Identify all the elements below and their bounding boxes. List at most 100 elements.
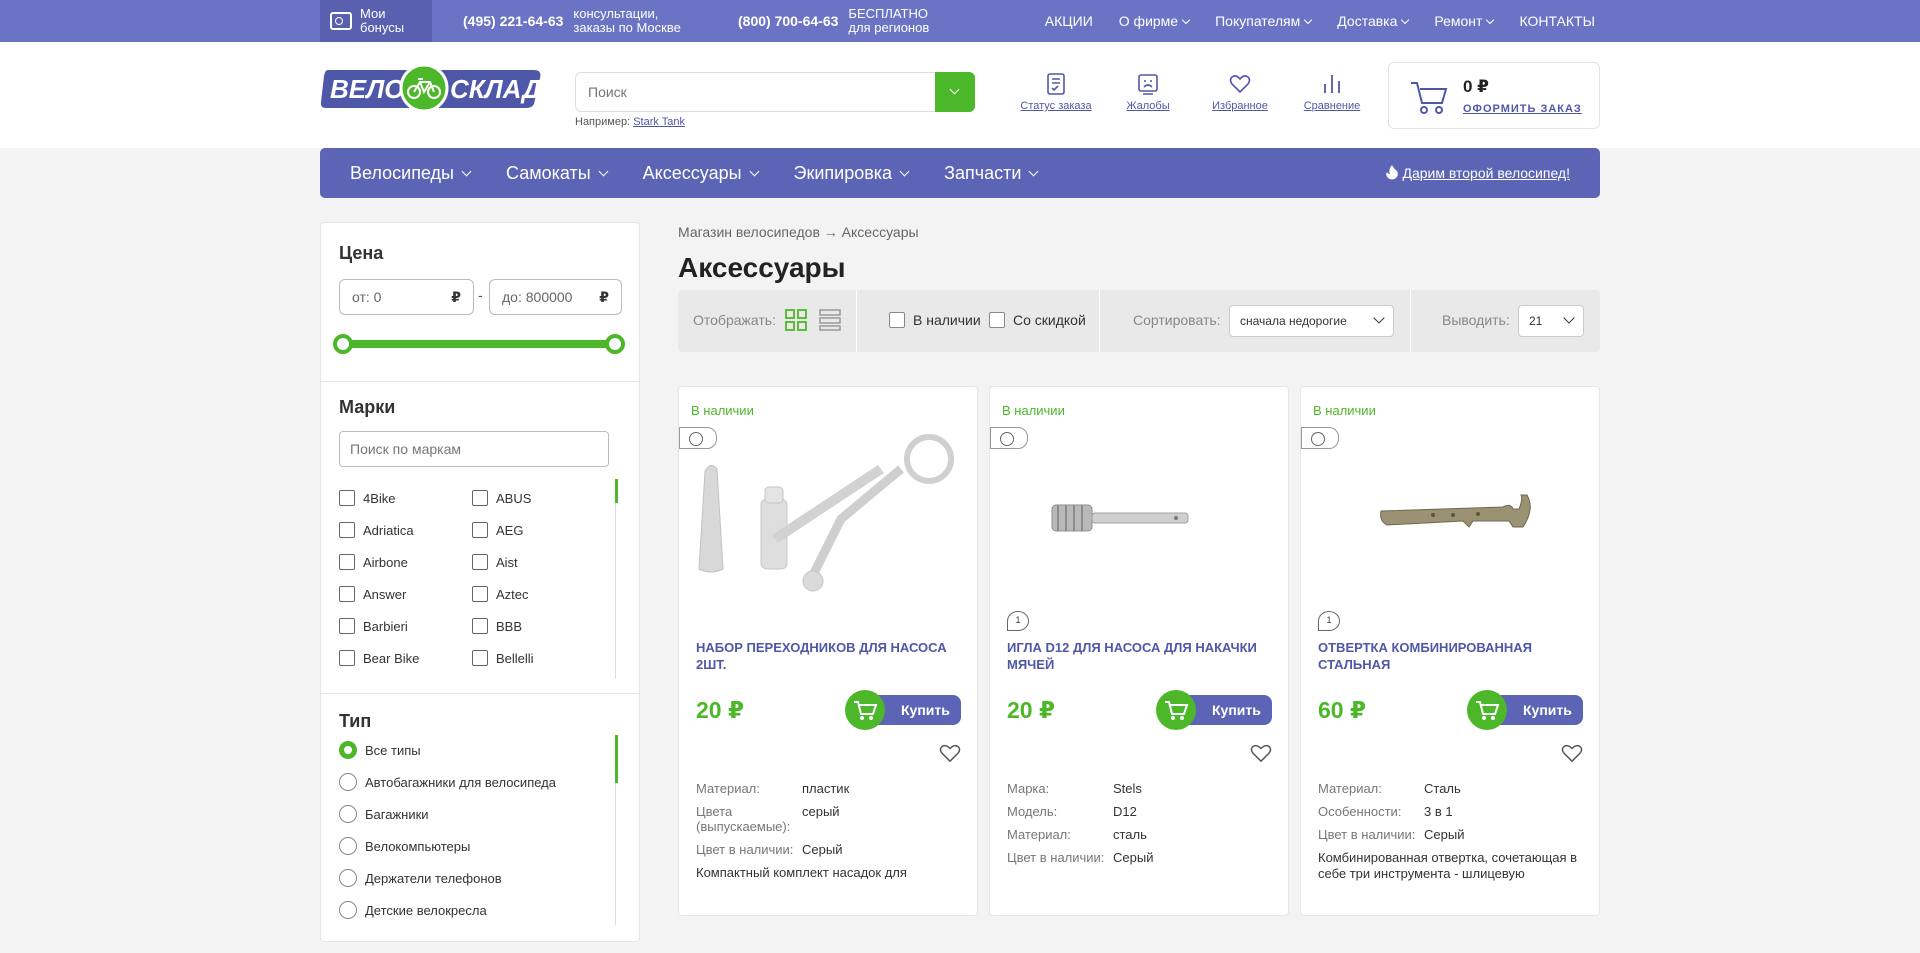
brand-checkbox[interactable]: Aztec: [472, 586, 529, 602]
product-image[interactable]: [1313, 429, 1589, 609]
radio-icon: [339, 805, 357, 823]
comments-icon[interactable]: 1: [1318, 611, 1340, 631]
cart-circle: [845, 690, 885, 730]
nav-parts[interactable]: Запчасти: [944, 163, 1043, 184]
list-view-icon[interactable]: [819, 309, 841, 331]
brand-label: Barbieri: [363, 618, 408, 634]
brand-search-input[interactable]: Поиск по маркам: [339, 431, 609, 467]
search-example-link[interactable]: Stark Tank: [633, 116, 685, 128]
nav-accessories[interactable]: Аксессуары: [643, 163, 764, 184]
brand-checkbox[interactable]: Answer: [339, 586, 406, 602]
compare-link[interactable]: Сравнение: [1286, 72, 1378, 112]
product-card: В наличии 1 ИГЛА D12 ДЛЯ НАСОСА ДЛЯ НАКА…: [989, 386, 1289, 916]
brand-checkbox[interactable]: Barbieri: [339, 618, 408, 634]
fire-icon: [1385, 165, 1398, 180]
cart-icon: [1411, 82, 1448, 114]
phone-moscow[interactable]: (495) 221-64-63 консультации, заказы по …: [463, 0, 693, 42]
checkout-link[interactable]: ОФОРМИТЬ ЗАКАЗ: [1463, 103, 1582, 115]
top-nav-repair[interactable]: Ремонт: [1434, 13, 1493, 29]
search-dropdown-button[interactable]: [935, 72, 975, 112]
brand-checkbox[interactable]: Airbone: [339, 554, 408, 570]
favorite-heart-icon[interactable]: [939, 743, 961, 763]
per-page-select[interactable]: 21: [1518, 305, 1584, 337]
price-slider-min-handle[interactable]: [333, 334, 353, 354]
types-scrollbar[interactable]: [615, 735, 618, 783]
video-icon[interactable]: [679, 427, 717, 449]
gift-promo-link[interactable]: Дарим второй велосипед!: [1385, 164, 1570, 181]
price-to-input[interactable]: до: 800000 ₽: [489, 279, 622, 315]
top-nav-delivery-label: Доставка: [1337, 13, 1398, 29]
top-nav-delivery[interactable]: Доставка: [1337, 13, 1408, 29]
price-to-label: до:: [502, 289, 522, 305]
brand-checkbox[interactable]: ABUS: [472, 490, 531, 506]
price-dash: -: [478, 287, 483, 303]
type-radio[interactable]: Велокомпьютеры: [339, 837, 470, 855]
type-radio[interactable]: Автобагажники для велосипеда: [339, 773, 556, 791]
price-from-input[interactable]: от: 0 ₽: [339, 279, 474, 315]
top-nav-customers[interactable]: Покупателям: [1215, 13, 1311, 29]
brand-label: Aztec: [496, 586, 529, 602]
nav-equipment[interactable]: Экипировка: [794, 163, 915, 184]
search-example-label: Например:: [575, 116, 631, 128]
brands-scrollbar[interactable]: [615, 479, 618, 503]
cart-circle: [1467, 690, 1507, 730]
video-icon[interactable]: [990, 427, 1028, 449]
prop-value: Stels: [1113, 781, 1142, 796]
buy-button[interactable]: Купить: [1156, 690, 1272, 730]
discount-checkbox[interactable]: Со скидкой: [989, 312, 1086, 328]
favorites-link[interactable]: Избранное: [1194, 72, 1286, 112]
sort-select[interactable]: сначала недорогие: [1229, 305, 1394, 337]
grid-view-icon[interactable]: [785, 309, 807, 331]
brand-checkbox[interactable]: Bear Bike: [339, 650, 419, 666]
favorite-heart-icon[interactable]: [1250, 743, 1272, 763]
product-image[interactable]: [1002, 429, 1278, 609]
phone-regions[interactable]: (800) 700-64-63 БЕСПЛАТНО для регионов: [738, 0, 943, 42]
breadcrumb[interactable]: Магазин велосипедов → Аксессуары: [678, 224, 919, 240]
logo[interactable]: ВЕЛО СКЛАД: [320, 64, 542, 112]
type-label: Багажники: [365, 806, 429, 822]
price-from-label: от:: [352, 289, 370, 305]
cart-icon: [1476, 701, 1500, 720]
type-radio-all[interactable]: Все типы: [339, 741, 421, 759]
prop-row: Цвет в наличии: Серый: [1007, 850, 1277, 865]
type-radio[interactable]: Детские велокресла: [339, 901, 487, 919]
top-nav-promo[interactable]: АКЦИИ: [1045, 13, 1093, 29]
top-nav-contacts[interactable]: КОНТАКТЫ: [1519, 13, 1595, 29]
favorite-heart-icon[interactable]: [1561, 743, 1583, 763]
checkbox-icon: [339, 650, 355, 666]
search-input[interactable]: [576, 73, 916, 111]
type-radio[interactable]: Багажники: [339, 805, 429, 823]
product-image[interactable]: [691, 429, 967, 609]
product-name[interactable]: НАБОР ПЕРЕХОДНИКОВ ДЛЯ НАСОСА 2ШТ.: [696, 639, 966, 673]
favorites-label: Избранное: [1212, 100, 1268, 112]
sort-label: Сортировать:: [1133, 312, 1221, 328]
order-status-link[interactable]: Статус заказа: [1010, 72, 1102, 112]
complaints-link[interactable]: Жалобы: [1102, 72, 1194, 112]
brand-checkbox[interactable]: 4Bike: [339, 490, 396, 506]
prop-row: Материал: сталь: [1007, 827, 1277, 842]
product-name[interactable]: ОТВЕРТКА КОМБИНИРОВАННАЯ СТАЛЬНАЯ: [1318, 639, 1588, 673]
in-stock-checkbox[interactable]: В наличии: [889, 312, 981, 328]
brand-checkbox[interactable]: Adriatica: [339, 522, 414, 538]
video-icon[interactable]: [1301, 427, 1339, 449]
prop-value: серый: [802, 804, 840, 819]
product-name[interactable]: ИГЛА D12 ДЛЯ НАСОСА ДЛЯ НАКАЧКИ МЯЧЕЙ: [1007, 639, 1277, 673]
buy-button[interactable]: Купить: [845, 690, 961, 730]
bonus-link[interactable]: Мои бонусы: [320, 0, 432, 42]
price-slider-max-handle[interactable]: [605, 334, 625, 354]
brand-checkbox[interactable]: Bellelli: [472, 650, 534, 666]
brand-checkbox[interactable]: AEG: [472, 522, 523, 538]
comments-icon[interactable]: 1: [1007, 611, 1029, 631]
toolbar-divider: [1410, 290, 1411, 352]
nav-scooters[interactable]: Самокаты: [506, 163, 613, 184]
brand-checkbox[interactable]: BBB: [472, 618, 522, 634]
buy-button[interactable]: Купить: [1467, 690, 1583, 730]
nav-bicycles[interactable]: Велосипеды: [350, 163, 476, 184]
type-radio[interactable]: Держатели телефонов: [339, 869, 502, 887]
stock-status: В наличии: [1002, 403, 1065, 418]
brand-label: ABUS: [496, 490, 532, 506]
brand-checkbox[interactable]: Aist: [472, 554, 518, 570]
cart[interactable]: 0 ₽ ОФОРМИТЬ ЗАКАЗ: [1388, 62, 1600, 129]
checkbox-icon: [339, 490, 355, 506]
top-nav-about[interactable]: О фирме: [1119, 13, 1189, 29]
